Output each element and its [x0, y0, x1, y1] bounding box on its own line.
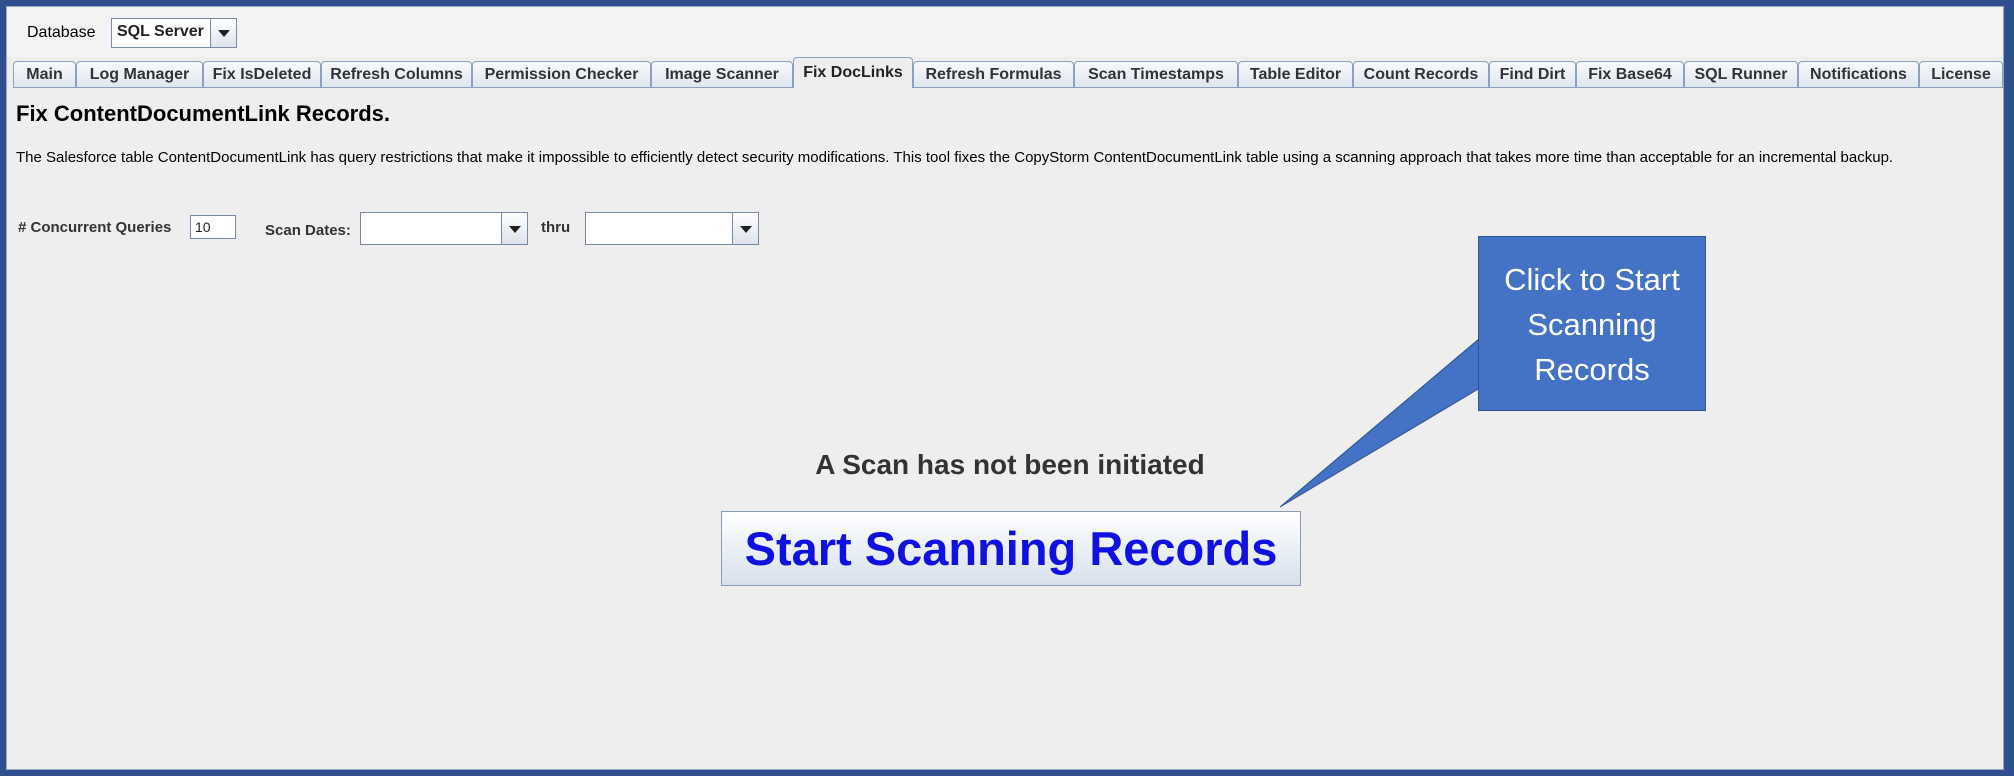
database-select[interactable]: SQL Server [111, 18, 237, 48]
tab-scan-timestamps[interactable]: Scan Timestamps [1074, 61, 1238, 87]
tab-sql-runner[interactable]: SQL Runner [1684, 61, 1798, 87]
scan-date-from-select[interactable] [360, 212, 528, 245]
scan-status-text: A Scan has not been initiated [815, 449, 1205, 480]
thru-label: thru [541, 219, 571, 236]
chevron-down-icon[interactable] [210, 19, 236, 47]
tab-count-records[interactable]: Count Records [1353, 61, 1489, 87]
tab-fix-isdeleted[interactable]: Fix IsDeleted [203, 61, 321, 87]
callout-line-3: Records [1534, 352, 1650, 387]
tab-notifications[interactable]: Notifications [1798, 61, 1919, 87]
callout-line-2: Scanning [1527, 307, 1657, 342]
database-select-value: SQL Server [117, 23, 204, 40]
start-scanning-button[interactable]: Start Scanning Records [721, 511, 1301, 586]
description-text: The Salesforce table ContentDocumentLink… [16, 149, 1894, 166]
tab-find-dirt[interactable]: Find Dirt [1489, 61, 1576, 87]
tab-fix-base64[interactable]: Fix Base64 [1576, 61, 1684, 87]
tab-license[interactable]: License [1919, 61, 2003, 87]
tab-fix-doclinks[interactable]: Fix DocLinks [793, 57, 913, 88]
concurrent-queries-label: # Concurrent Queries [18, 219, 172, 236]
tab-refresh-formulas[interactable]: Refresh Formulas [913, 61, 1074, 87]
tab-permission-checker[interactable]: Permission Checker [472, 61, 651, 87]
scan-dates-label: Scan Dates: [265, 222, 351, 239]
database-label: Database [27, 24, 96, 41]
scan-date-to-select[interactable] [585, 212, 759, 245]
chevron-down-icon[interactable] [501, 213, 527, 244]
concurrent-queries-input[interactable] [190, 215, 236, 239]
callout-line-1: Click to Start [1504, 262, 1680, 297]
chevron-down-icon[interactable] [732, 213, 758, 244]
tab-bar: Main Log Manager Fix IsDeleted Refresh C… [13, 57, 2003, 88]
tab-image-scanner[interactable]: Image Scanner [651, 61, 793, 87]
callout-box: Click to Start Scanning Records [1478, 236, 1706, 411]
tab-main[interactable]: Main [13, 61, 76, 87]
page-title: Fix ContentDocumentLink Records. [16, 101, 391, 126]
tab-log-manager[interactable]: Log Manager [76, 61, 203, 87]
tab-table-editor[interactable]: Table Editor [1238, 61, 1353, 87]
database-toolbar: Database SQL Server [7, 7, 2003, 57]
tab-refresh-columns[interactable]: Refresh Columns [321, 61, 472, 87]
